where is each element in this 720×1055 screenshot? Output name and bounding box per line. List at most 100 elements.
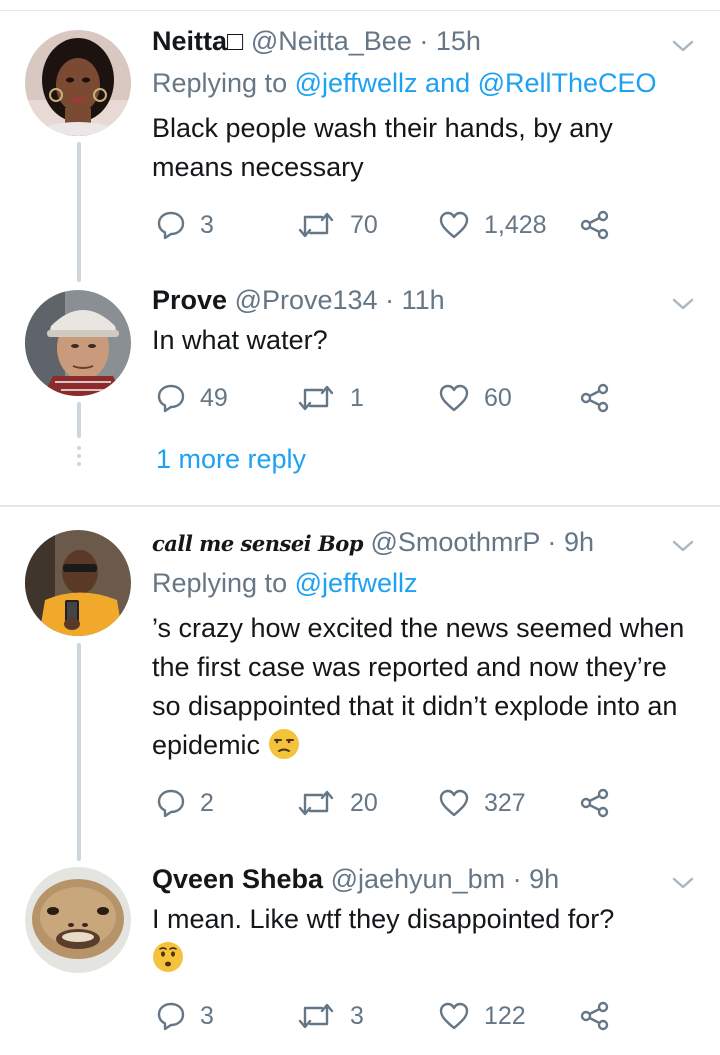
chevron-down-icon[interactable] — [670, 36, 696, 56]
like-button[interactable]: 327 — [438, 785, 526, 821]
retweet-count: 20 — [350, 788, 378, 817]
tweet-text: I mean. Like wtf they disappointed for? — [152, 900, 697, 978]
avatar[interactable] — [25, 867, 131, 973]
retweet-count: 3 — [350, 1001, 364, 1030]
like-count: 327 — [484, 788, 526, 817]
thread-line — [77, 643, 81, 861]
thread-line — [77, 402, 81, 438]
reply-icon — [157, 789, 185, 818]
chevron-down-icon[interactable] — [670, 294, 696, 314]
like-button[interactable]: 122 — [438, 998, 526, 1034]
replying-to: Replying to @jeffwellz and @RellTheCEO — [152, 66, 657, 100]
retweet-button[interactable]: 70 — [296, 207, 378, 243]
share-icon — [580, 383, 609, 413]
tweet-text-content: ’s crazy how excited the news seemed whe… — [152, 613, 685, 760]
reply-button[interactable]: 49 — [156, 380, 228, 416]
like-icon — [439, 789, 469, 817]
display-name[interactable]: Prove — [152, 285, 227, 315]
separator: · — [547, 527, 557, 557]
more-replies-link[interactable]: 1 more reply — [156, 442, 306, 476]
reply-button[interactable]: 3 — [156, 207, 214, 243]
avatar[interactable] — [25, 30, 131, 136]
separator: · — [512, 864, 522, 894]
share-icon — [580, 210, 609, 240]
retweet-icon — [298, 212, 334, 238]
retweet-button[interactable]: 20 — [296, 785, 378, 821]
tweet-header: Prove @Prove134 · 11h — [152, 283, 445, 317]
share-button[interactable] — [580, 380, 610, 416]
reply-button[interactable]: 3 — [156, 998, 214, 1034]
retweet-icon — [298, 385, 334, 411]
chevron-down-icon[interactable] — [670, 536, 696, 556]
display-name[interactable]: Neitta□ — [152, 26, 243, 56]
unamused-face-icon — [268, 729, 299, 759]
thread-line — [77, 142, 81, 282]
display-name[interactable]: Qveen Sheba — [152, 864, 323, 894]
user-handle[interactable]: @SmoothmrP — [370, 527, 539, 557]
reply-icon — [157, 211, 185, 240]
like-count: 122 — [484, 1001, 526, 1030]
share-icon — [580, 788, 609, 818]
like-count: 60 — [484, 383, 512, 412]
user-handle[interactable]: @Prove134 — [235, 285, 378, 315]
replying-prefix: Replying to — [152, 68, 295, 98]
chevron-down-icon[interactable] — [670, 873, 696, 893]
user-handle[interactable]: @Neitta_Bee — [251, 26, 412, 56]
mention-link[interactable]: @jeffwellz — [295, 568, 418, 598]
reply-count: 2 — [200, 788, 214, 817]
replying-and: and — [417, 68, 478, 98]
section-divider — [0, 505, 720, 507]
retweet-count: 70 — [350, 210, 378, 239]
mention-link[interactable]: @jeffwellz — [295, 68, 418, 98]
tweet-text: ’s crazy how excited the news seemed whe… — [152, 609, 697, 765]
retweet-icon — [298, 790, 334, 816]
display-name[interactable]: call me sensei Bop — [152, 531, 363, 556]
tweet-header: Neitta□ @Neitta_Bee · 15h — [152, 24, 481, 58]
reply-count: 3 — [200, 1001, 214, 1030]
retweet-button[interactable]: 1 — [296, 380, 364, 416]
avatar[interactable] — [25, 290, 131, 396]
reply-icon — [157, 384, 185, 413]
tweet-text: Black people wash their hands, by any me… — [152, 113, 613, 182]
like-icon — [439, 1002, 469, 1030]
share-icon — [580, 1001, 609, 1031]
tweet-actions: 49 1 60 — [152, 380, 622, 416]
tweet-text-content: I mean. Like wtf they disappointed for? — [152, 904, 615, 934]
like-icon — [439, 211, 469, 239]
timestamp[interactable]: 15h — [436, 26, 481, 56]
separator: · — [419, 26, 429, 56]
collapsed-thread-dots — [77, 446, 81, 470]
like-button[interactable]: 60 — [438, 380, 512, 416]
reply-icon — [157, 1002, 185, 1031]
reply-count: 3 — [200, 210, 214, 239]
like-count: 1,428 — [484, 210, 547, 239]
tweet-actions: 2 20 327 — [152, 785, 622, 821]
avatar[interactable] — [25, 530, 131, 636]
hushed-face-icon — [153, 942, 183, 972]
retweet-button[interactable]: 3 — [296, 998, 364, 1034]
reply-button[interactable]: 2 — [156, 785, 214, 821]
mention-link[interactable]: @RellTheCEO — [478, 68, 657, 98]
share-button[interactable] — [580, 998, 610, 1034]
share-button[interactable] — [580, 785, 610, 821]
avatar-image — [25, 290, 131, 396]
avatar-image — [25, 530, 131, 636]
share-button[interactable] — [580, 207, 610, 243]
like-button[interactable]: 1,428 — [438, 207, 547, 243]
user-handle[interactable]: @jaehyun_bm — [331, 864, 506, 894]
timestamp[interactable]: 9h — [564, 527, 594, 557]
avatar-image — [25, 30, 131, 136]
timestamp[interactable]: 9h — [529, 864, 559, 894]
timestamp[interactable]: 11h — [402, 285, 445, 315]
reply-count: 49 — [200, 383, 228, 412]
retweet-count: 1 — [350, 383, 364, 412]
replying-to: Replying to @jeffwellz — [152, 566, 418, 600]
tweet-text: In what water? — [152, 325, 328, 355]
replying-prefix: Replying to — [152, 568, 295, 598]
tweet-actions: 3 3 122 — [152, 998, 622, 1034]
tweet-actions: 3 70 1,428 — [152, 207, 622, 243]
top-divider — [0, 10, 720, 11]
retweet-icon — [298, 1003, 334, 1029]
separator: · — [385, 285, 395, 315]
tweet-header: Qveen Sheba @jaehyun_bm · 9h — [152, 862, 559, 896]
